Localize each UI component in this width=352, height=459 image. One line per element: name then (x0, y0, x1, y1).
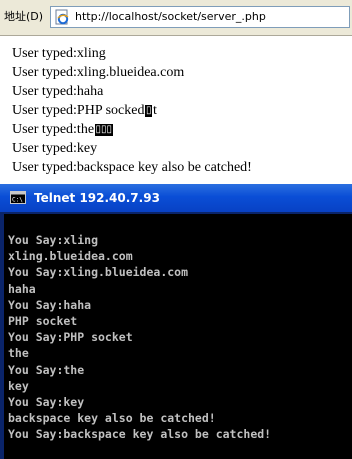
cmd-icon: C:\ (10, 191, 26, 204)
console-line: You Say:backspace key also be catched! (8, 427, 272, 442)
window-title: Telnet 192.40.7.93 (34, 191, 160, 205)
address-input[interactable]: http://localhost/socket/server_.php (50, 6, 350, 28)
address-label: 地址(D) (4, 10, 44, 23)
browser-line: User typed:haha (12, 84, 104, 99)
browser-line: User typed:key (12, 141, 98, 156)
console-line: the (8, 346, 29, 361)
svg-text:C:\: C:\ (12, 197, 23, 204)
console-line: xling.blueidea.com (8, 249, 133, 264)
screen: 地址(D) http://localhost/socket/server_.ph… (0, 0, 352, 459)
browser-output: User typed:xling User typed:xling.blueid… (12, 44, 252, 177)
garbled-chars: ▯▯▯ (94, 124, 114, 136)
console-line: You Say:xling (8, 233, 99, 247)
console-line: You Say:haha (8, 297, 92, 312)
telnet-window: C:\ Telnet 192.40.7.93 You Say:xling xli… (0, 184, 352, 459)
console-line: You Say:PHP socket (8, 330, 133, 345)
console-line: You Say:key (8, 395, 85, 410)
browser-line-text: User typed:the (12, 122, 95, 137)
browser-line: User typed:xling (12, 46, 106, 61)
console-line: You Say:xling.blueidea.com (8, 265, 189, 280)
browser-line: User typed:xling.blueidea.com (12, 65, 185, 80)
console-line: You Say:the (8, 362, 85, 377)
console-line: backspace key also be catched! (8, 411, 216, 426)
ie-page-icon (55, 9, 69, 25)
garbled-char: ▯ (144, 105, 153, 117)
browser-line-text: User typed:PHP socked (12, 103, 145, 118)
console-line: haha (8, 281, 36, 296)
browser-line: User typed:PHP socked ▯ t (12, 101, 252, 120)
browser-line-suffix: t (152, 103, 157, 118)
console-line: key (8, 378, 29, 393)
browser-line: User typed:the ▯▯▯ (12, 120, 252, 139)
telnet-titlebar[interactable]: C:\ Telnet 192.40.7.93 (0, 184, 352, 212)
address-url: http://localhost/socket/server_.php (75, 10, 266, 23)
console-area[interactable]: You Say:xling xling.blueidea.com You Say… (4, 214, 352, 459)
browser-page: User typed:xling User typed:xling.blueid… (0, 36, 352, 182)
browser-line: User typed:backspace key also be catched… (12, 160, 252, 175)
console-line: PHP socket (8, 314, 78, 329)
console-output: You Say:xling xling.blueidea.com You Say… (8, 232, 271, 443)
address-bar: 地址(D) http://localhost/socket/server_.ph… (0, 0, 352, 36)
